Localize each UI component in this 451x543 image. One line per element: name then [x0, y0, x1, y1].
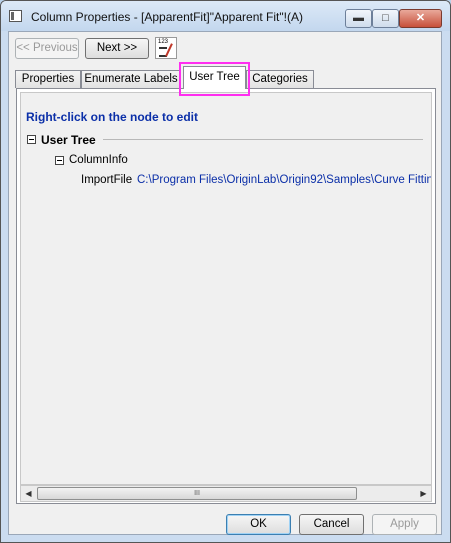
- close-button[interactable]: ✕: [399, 9, 442, 28]
- root-divider: [103, 139, 423, 140]
- dialog-window: Column Properties - [ApparentFit]"Appare…: [0, 0, 451, 543]
- maximize-button[interactable]: □: [372, 9, 399, 28]
- cancel-button[interactable]: Cancel: [299, 514, 364, 535]
- scroll-thumb[interactable]: III: [37, 487, 357, 500]
- horizontal-scrollbar[interactable]: ◀ III ▶: [20, 485, 432, 502]
- title-bar[interactable]: Column Properties - [ApparentFit]"Appare…: [1, 1, 450, 31]
- dialog-client-area: << Previous Next >> 123 Properties Enume…: [8, 31, 442, 535]
- user-tree-view[interactable]: Right-click on the node to edit User Tre…: [20, 92, 432, 485]
- ok-button[interactable]: OK: [226, 514, 291, 535]
- tab-enumerate-labels[interactable]: Enumerate Labels: [81, 70, 181, 88]
- minimize-icon: ▬: [353, 12, 364, 24]
- tree-leaf-key[interactable]: ImportFile: [81, 174, 132, 186]
- close-icon: ✕: [415, 12, 426, 24]
- tab-categories[interactable]: Categories: [246, 70, 314, 88]
- tree-node-columninfo[interactable]: ColumnInfo: [69, 154, 128, 166]
- scroll-right-icon[interactable]: ▶: [416, 486, 431, 501]
- window-title: Column Properties - [ApparentFit]"Appare…: [31, 10, 303, 24]
- tree-hint: Right-click on the node to edit: [26, 110, 198, 124]
- previous-button[interactable]: << Previous: [15, 38, 79, 59]
- tab-properties[interactable]: Properties: [15, 70, 81, 88]
- collapse-icon[interactable]: [27, 135, 36, 144]
- column-edit-icon-digits: 123: [158, 39, 169, 45]
- apply-button[interactable]: Apply: [372, 514, 437, 535]
- minimize-button[interactable]: ▬: [345, 9, 372, 28]
- column-edit-button[interactable]: 123: [155, 37, 177, 59]
- maximize-icon: □: [382, 12, 389, 24]
- tree-root-node[interactable]: User Tree: [41, 133, 96, 147]
- next-button[interactable]: Next >>: [85, 38, 149, 59]
- app-icon[interactable]: [9, 10, 22, 22]
- scroll-left-icon[interactable]: ◀: [21, 486, 36, 501]
- tab-highlight-box: [179, 62, 250, 96]
- user-tree-panel: Right-click on the node to edit User Tre…: [16, 88, 436, 504]
- tree-leaf-value[interactable]: C:\Program Files\OriginLab\Origin92\Samp…: [137, 174, 431, 186]
- collapse-icon[interactable]: [55, 156, 64, 165]
